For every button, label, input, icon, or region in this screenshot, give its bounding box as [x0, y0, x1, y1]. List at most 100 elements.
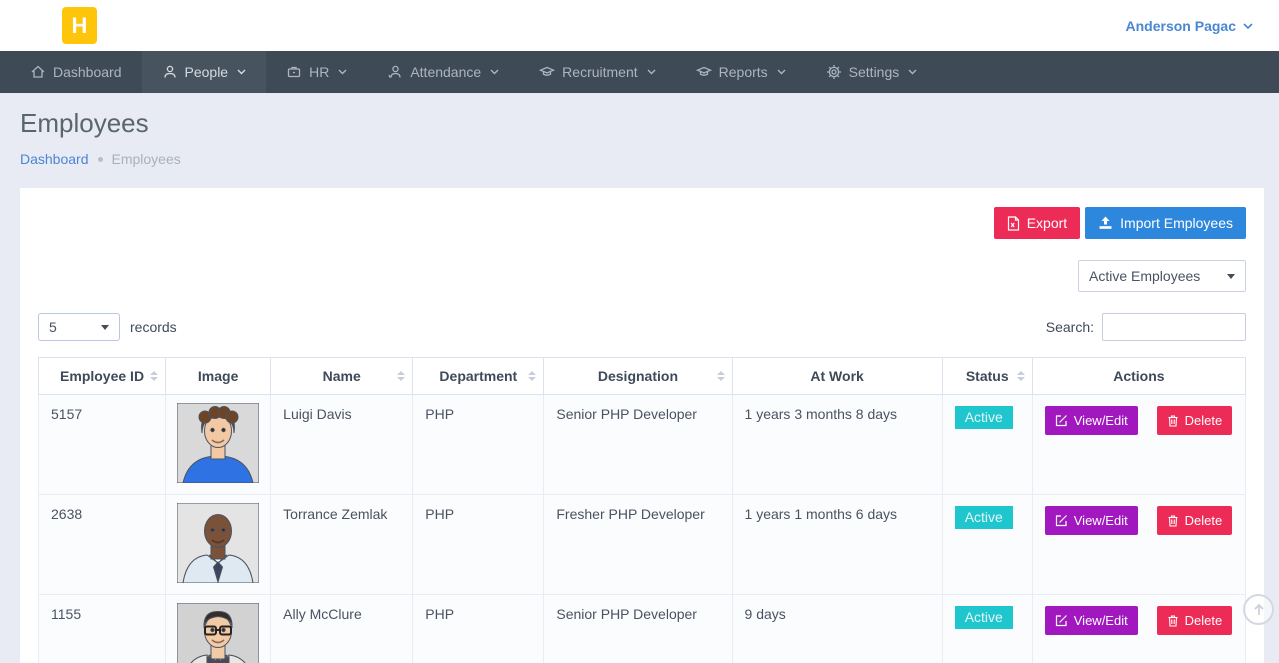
nav-label: Reports: [719, 64, 768, 80]
view-edit-button[interactable]: View/Edit: [1045, 506, 1138, 535]
employee-actions-cell: View/Edit Delete: [1032, 395, 1245, 495]
delete-button[interactable]: Delete: [1157, 506, 1233, 535]
view-edit-button[interactable]: View/Edit: [1045, 606, 1138, 635]
user-menu[interactable]: Anderson Pagac: [1126, 18, 1253, 34]
app-logo-letter: H: [72, 13, 88, 39]
nav-item-settings[interactable]: Settings: [806, 51, 938, 93]
employee-name-cell: Ally McClure: [271, 595, 413, 663]
employee-at-work-cell: 9 days: [732, 595, 942, 663]
employee-id-cell: 5157: [39, 395, 166, 495]
nav-item-hr[interactable]: HR: [266, 51, 367, 93]
main-nav: Dashboard People HR Attendance Recruitme…: [0, 51, 1279, 93]
import-employees-button[interactable]: Import Employees: [1085, 207, 1246, 239]
employee-status-cell: Active: [942, 495, 1032, 595]
trash-icon: [1167, 614, 1179, 627]
employee-id-cell: 1155: [39, 595, 166, 663]
nav-label: Recruitment: [562, 64, 637, 80]
column-header-employee-id[interactable]: Employee ID: [39, 358, 166, 395]
nav-item-attendance[interactable]: Attendance: [367, 51, 519, 93]
top-header: H Anderson Pagac: [0, 0, 1279, 51]
nav-item-recruitment[interactable]: Recruitment: [519, 51, 675, 93]
delete-button[interactable]: Delete: [1157, 406, 1233, 435]
trash-icon: [1167, 414, 1179, 427]
person-icon: [387, 64, 403, 80]
user-name: Anderson Pagac: [1126, 18, 1236, 34]
nav-item-dashboard[interactable]: Dashboard: [10, 51, 142, 93]
column-header-status[interactable]: Status: [942, 358, 1032, 395]
column-header-department[interactable]: Department: [413, 358, 544, 395]
employee-department-cell: PHP: [413, 395, 544, 495]
scroll-to-top-button[interactable]: [1243, 594, 1274, 625]
employee-actions-cell: View/Edit Delete: [1032, 495, 1245, 595]
search-input[interactable]: [1102, 313, 1246, 341]
records-per-page-select[interactable]: 5: [38, 313, 120, 341]
employee-name-cell: Torrance Zemlak: [271, 495, 413, 595]
nav-label: Attendance: [410, 64, 481, 80]
table-header-row: Employee ID Image Name Department Design…: [39, 358, 1246, 395]
chevron-down-icon: [338, 69, 347, 75]
table-row: 5157 Luigi Davis PHP Senior PHP Develope…: [39, 395, 1246, 495]
edit-icon: [1055, 414, 1068, 427]
status-badge: Active: [955, 406, 1013, 429]
employee-photo[interactable]: [177, 603, 259, 663]
breadcrumb-dashboard-link[interactable]: Dashboard: [20, 151, 89, 167]
employee-filter-value: Active Employees: [1089, 268, 1200, 284]
records-per-page-value: 5: [49, 319, 57, 335]
filter-row: Active Employees: [38, 260, 1246, 292]
export-button[interactable]: Export: [994, 207, 1080, 239]
chevron-down-icon: [777, 69, 786, 75]
table-row: 2638 Torrance Zemlak PHP Fresher PHP Dev…: [39, 495, 1246, 595]
delete-button[interactable]: Delete: [1157, 606, 1233, 635]
column-header-name[interactable]: Name: [271, 358, 413, 395]
edit-icon: [1055, 514, 1068, 527]
toolbar: Export Import Employees: [38, 207, 1246, 239]
app-logo[interactable]: H: [62, 7, 97, 44]
nav-label: People: [185, 64, 229, 80]
caret-down-icon: [1227, 274, 1235, 279]
graduation-cap-icon: [539, 64, 555, 80]
content-panel: Export Import Employees Active Employees…: [20, 188, 1264, 663]
employee-designation-cell: Senior PHP Developer: [544, 395, 732, 495]
employee-status-cell: Active: [942, 395, 1032, 495]
sort-icon: [150, 371, 158, 381]
employee-id-cell: 2638: [39, 495, 166, 595]
nav-item-reports[interactable]: Reports: [676, 51, 806, 93]
chevron-down-icon: [237, 69, 246, 75]
import-button-label: Import Employees: [1120, 215, 1233, 231]
nav-label: Settings: [849, 64, 900, 80]
edit-icon: [1055, 614, 1068, 627]
column-header-designation[interactable]: Designation: [544, 358, 732, 395]
employee-filter-select[interactable]: Active Employees: [1078, 260, 1246, 292]
breadcrumb-separator: [98, 157, 103, 162]
view-edit-button[interactable]: View/Edit: [1045, 406, 1138, 435]
sort-icon: [717, 371, 725, 381]
status-badge: Active: [955, 506, 1013, 529]
nav-item-people[interactable]: People: [142, 51, 267, 93]
column-header-at-work: At Work: [732, 358, 942, 395]
employee-image-cell: [166, 595, 271, 663]
home-icon: [30, 64, 46, 80]
nav-label: HR: [309, 64, 329, 80]
breadcrumb: Dashboard Employees: [20, 151, 1259, 167]
nav-label: Dashboard: [53, 64, 122, 80]
table-row: 1155 Ally McClure PHP Senior PHP Develop…: [39, 595, 1246, 663]
records-label: records: [130, 319, 177, 335]
chevron-down-icon: [1243, 23, 1253, 29]
employee-name-cell: Luigi Davis: [271, 395, 413, 495]
employees-table: Employee ID Image Name Department Design…: [38, 357, 1246, 663]
column-header-actions: Actions: [1032, 358, 1245, 395]
employee-photo[interactable]: [177, 403, 259, 483]
upload-icon: [1098, 216, 1113, 230]
employee-department-cell: PHP: [413, 495, 544, 595]
employee-designation-cell: Fresher PHP Developer: [544, 495, 732, 595]
briefcase-icon: [286, 64, 302, 80]
person-icon: [162, 64, 178, 80]
excel-file-icon: [1007, 216, 1020, 231]
arrow-up-icon: [1252, 603, 1266, 617]
employees-table-body: 5157 Luigi Davis PHP Senior PHP Develope…: [39, 395, 1246, 663]
gear-icon: [826, 64, 842, 80]
employee-designation-cell: Senior PHP Developer: [544, 595, 732, 663]
employee-photo[interactable]: [177, 503, 259, 583]
breadcrumb-current: Employees: [112, 151, 181, 167]
graduation-cap-icon: [696, 64, 712, 80]
